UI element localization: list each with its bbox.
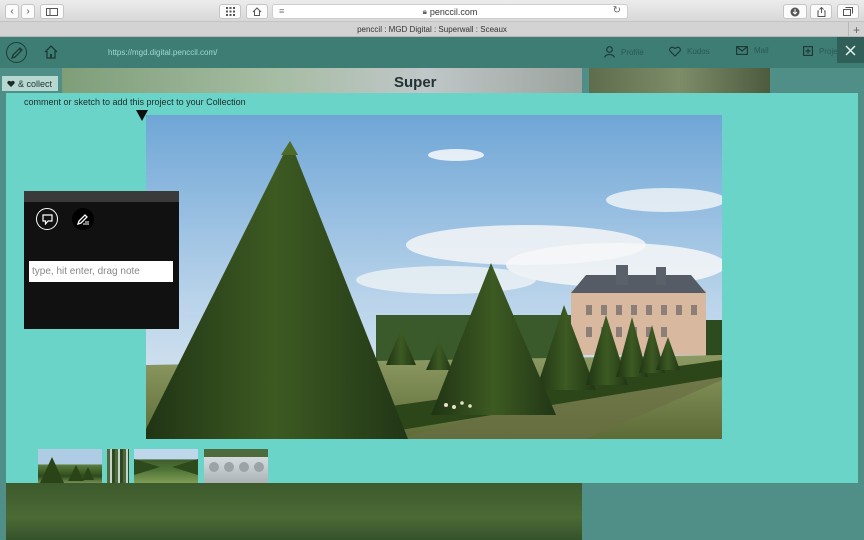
back-button[interactable]: ‹ — [5, 4, 19, 19]
sidebar-icon — [46, 7, 58, 16]
collect-button[interactable]: & collect — [2, 76, 58, 91]
pencil-logo-icon — [10, 46, 23, 59]
address-text: penccil.com — [429, 6, 478, 17]
background-page-title: Super — [394, 74, 437, 91]
thumbnail-4[interactable] — [204, 449, 268, 483]
lock-icon: 🔒︎ — [422, 6, 427, 16]
browser-tab[interactable]: penccil : MGD Digital : Superwall : Scea… — [0, 22, 864, 37]
background-photo-right — [589, 68, 770, 93]
app-navbar: https://mgd.digital.penccil.com/ Profile… — [0, 37, 864, 68]
home-button[interactable] — [246, 4, 268, 19]
thumbnail-2[interactable] — [107, 449, 129, 483]
sketch-button[interactable] — [72, 208, 94, 230]
thumbnail-topiary-art — [40, 457, 94, 483]
new-tab-button[interactable]: + — [848, 22, 864, 37]
comment-icon — [41, 213, 53, 225]
background-photo-bottom — [6, 483, 582, 540]
project-url[interactable]: https://mgd.digital.penccil.com/ — [108, 48, 217, 57]
tab-title: penccil : MGD Digital : Superwall : Scea… — [357, 24, 507, 34]
collection-hint: comment or sketch to add this project to… — [24, 97, 246, 107]
downloads-button[interactable] — [783, 4, 807, 19]
plus-icon: + — [852, 22, 860, 37]
share-icon — [817, 6, 825, 17]
sidebar-toggle-button[interactable] — [40, 4, 64, 19]
tabs-icon — [843, 7, 853, 16]
nav-kudos-label: Kudos — [687, 47, 710, 56]
app-logo[interactable] — [6, 42, 27, 63]
main-photo[interactable] — [146, 115, 722, 439]
reader-icon[interactable]: ≡ — [279, 6, 284, 16]
pencil-icon — [76, 214, 89, 225]
plus-box-icon — [803, 46, 813, 56]
browser-toolbar: ‹ › ≡ 🔒︎ penccil.com ↻ — [0, 0, 864, 22]
home-icon — [252, 7, 262, 16]
close-lightbox-button[interactable] — [837, 37, 864, 63]
note-input[interactable] — [29, 261, 173, 282]
heart-icon — [669, 46, 681, 57]
nav-mail[interactable]: Mail — [736, 46, 769, 55]
tabs-overview-button[interactable] — [837, 4, 859, 19]
heart-icon — [7, 80, 15, 87]
background-photo — [62, 68, 582, 93]
comment-button[interactable] — [36, 208, 58, 230]
thumbnail-statues-art — [204, 449, 268, 472]
share-button[interactable] — [810, 4, 832, 19]
profile-icon — [604, 46, 615, 58]
note-panel — [24, 191, 179, 329]
note-panel-drag-handle[interactable] — [24, 191, 179, 202]
thumbnail-1[interactable] — [38, 449, 102, 483]
download-icon — [790, 7, 800, 16]
thumbnail-alley-art — [134, 459, 198, 475]
nav-mail-label: Mail — [754, 46, 769, 55]
close-icon — [845, 44, 856, 56]
mail-icon — [736, 46, 748, 55]
collect-label: & collect — [18, 78, 53, 89]
home-icon[interactable] — [43, 44, 59, 60]
top-sites-button[interactable] — [219, 4, 241, 19]
reload-icon[interactable]: ↻ — [613, 5, 621, 16]
nav-kudos[interactable]: Kudos — [669, 46, 710, 57]
address-bar[interactable]: ≡ 🔒︎ penccil.com ↻ — [272, 4, 628, 19]
forward-button[interactable]: › — [21, 4, 35, 19]
thumbnail-3[interactable] — [134, 449, 198, 483]
nav-profile[interactable]: Profile — [604, 46, 644, 58]
nav-profile-label: Profile — [621, 47, 644, 57]
grid-icon — [225, 7, 235, 16]
